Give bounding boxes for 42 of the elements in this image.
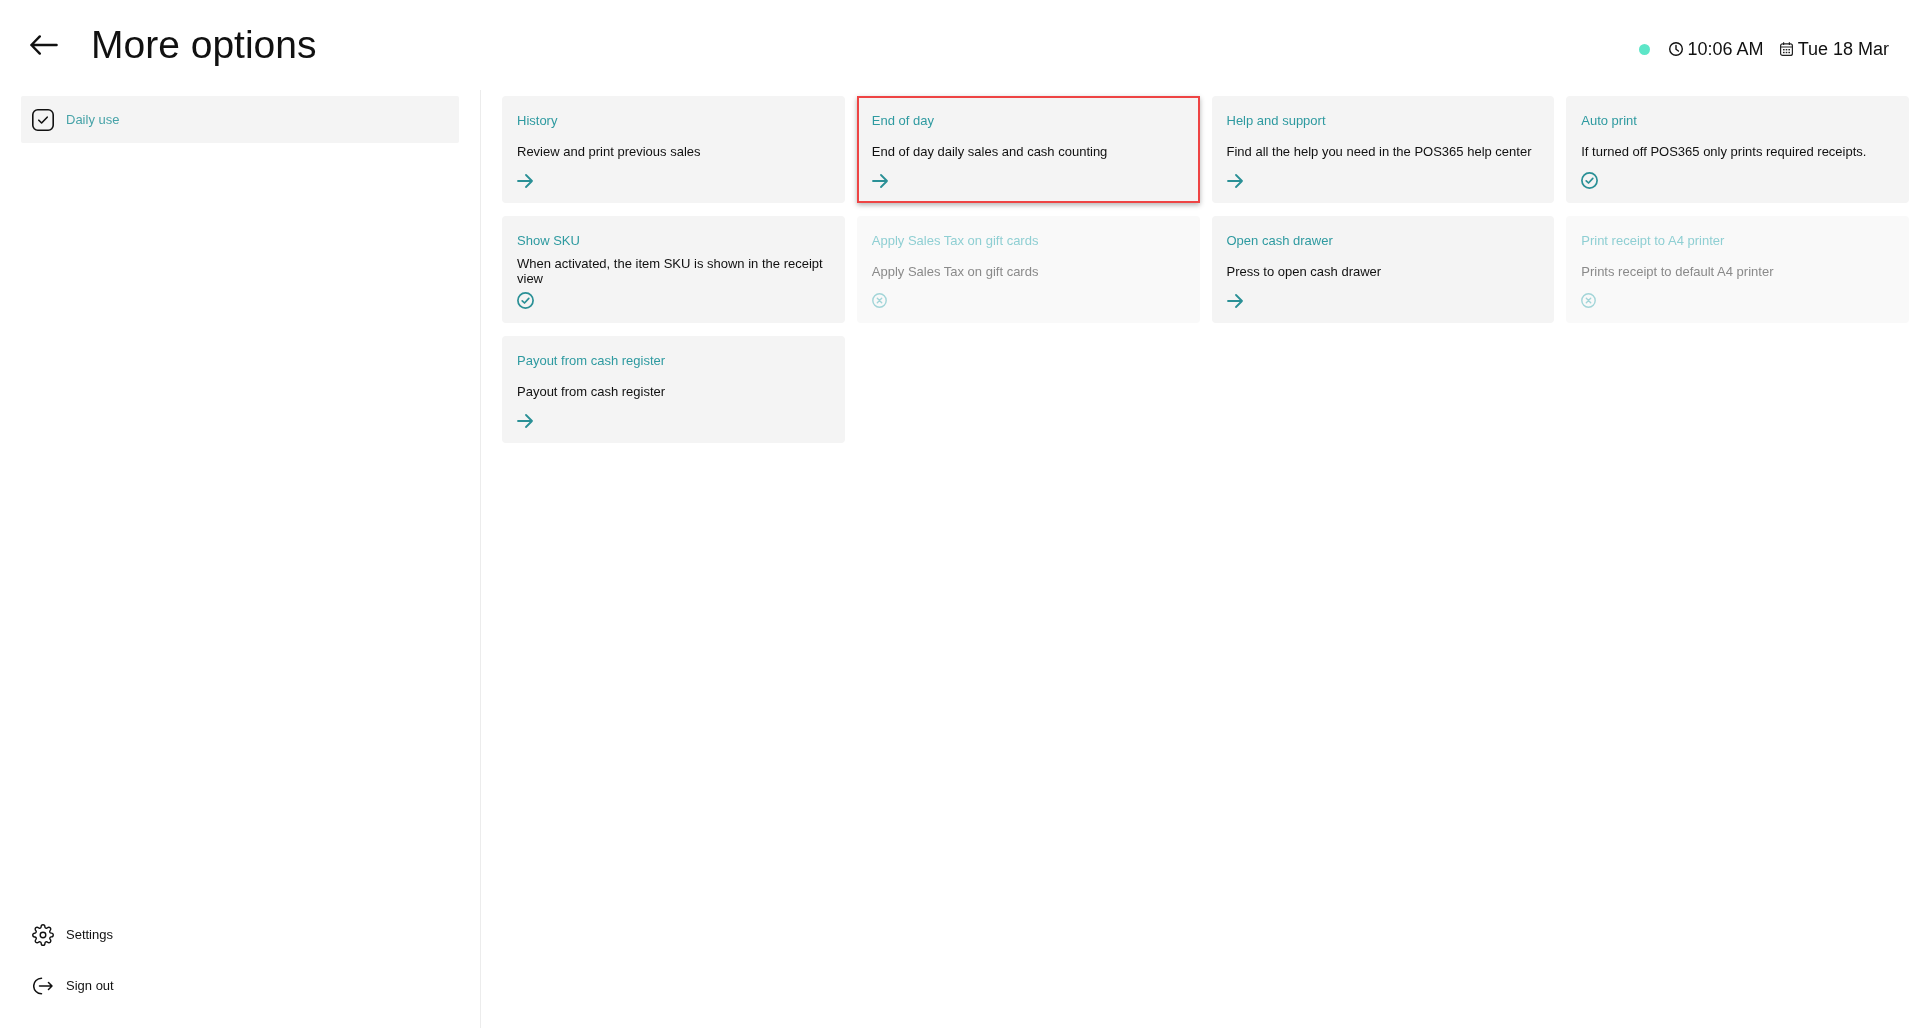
calendar-icon <box>1779 42 1793 56</box>
card-title: End of day <box>871 113 934 129</box>
card-title: Open cash drawer <box>1226 233 1333 249</box>
option-card[interactable]: Show SKU When activated, the item SKU is shown in the receipt view <box>502 216 845 323</box>
option-card[interactable]: End of day End of day daily sales and cash counting <box>856 96 1200 203</box>
date-label: Tue 18 Mar <box>1797 38 1889 60</box>
card-description: End of day daily sales and cash counting <box>871 143 1108 159</box>
option-card[interactable]: History Review and print previous sales <box>502 96 845 203</box>
card-title: Apply Sales Tax on gift cards <box>871 233 1039 249</box>
option-card[interactable]: Help and support Find all the help you need in the POS365 help center <box>1211 96 1555 203</box>
arrow-right-icon <box>871 173 888 188</box>
card-description: Find all the help you need in the POS365 help center <box>1226 143 1532 159</box>
card-title: Help and support <box>1226 113 1326 129</box>
card-description: Press to open cash drawer <box>1226 263 1382 279</box>
arrow-right-icon <box>517 413 533 428</box>
card-description: Payout from cash register <box>517 383 666 399</box>
clock-icon <box>1668 42 1683 56</box>
card-description: Apply Sales Tax on gift cards <box>871 263 1039 279</box>
arrow-right-icon <box>1226 173 1243 188</box>
option-card[interactable]: Auto print If turned off POS365 only prints required receipts. <box>1566 96 1909 203</box>
card-title: Show SKU <box>517 233 580 249</box>
card-title: Auto print <box>1581 113 1637 129</box>
sign-out-icon <box>33 976 53 995</box>
card-title: Payout from cash register <box>517 353 666 369</box>
card-description: If turned off POS365 only prints required receipts. <box>1581 143 1867 159</box>
menu-item[interactable]: Sign out <box>21 960 459 1011</box>
option-card[interactable]: Open cash drawer Press to open cash drawer <box>1211 216 1555 323</box>
card-description: Prints receipt to default A4 printer <box>1581 263 1774 279</box>
back-button[interactable] <box>30 35 58 55</box>
settings-icon <box>32 923 54 946</box>
card-description: Review and print previous sales <box>517 143 701 159</box>
arrow-right-icon <box>517 173 533 188</box>
time-label: 10:06 AM <box>1687 38 1764 60</box>
option-card[interactable]: Payout from cash register Payout from cash register <box>502 336 845 443</box>
check-square-icon <box>32 108 54 131</box>
arrow-left-icon <box>30 35 58 55</box>
card-title: Print receipt to A4 printer <box>1581 233 1725 249</box>
page-title: More options <box>91 22 317 68</box>
menu-item[interactable]: Settings <box>21 909 459 960</box>
card-description: When activated, the item SKU is shown in the receipt view <box>517 256 824 286</box>
card-title: History <box>517 113 558 129</box>
arrow-right-icon <box>1226 293 1243 308</box>
